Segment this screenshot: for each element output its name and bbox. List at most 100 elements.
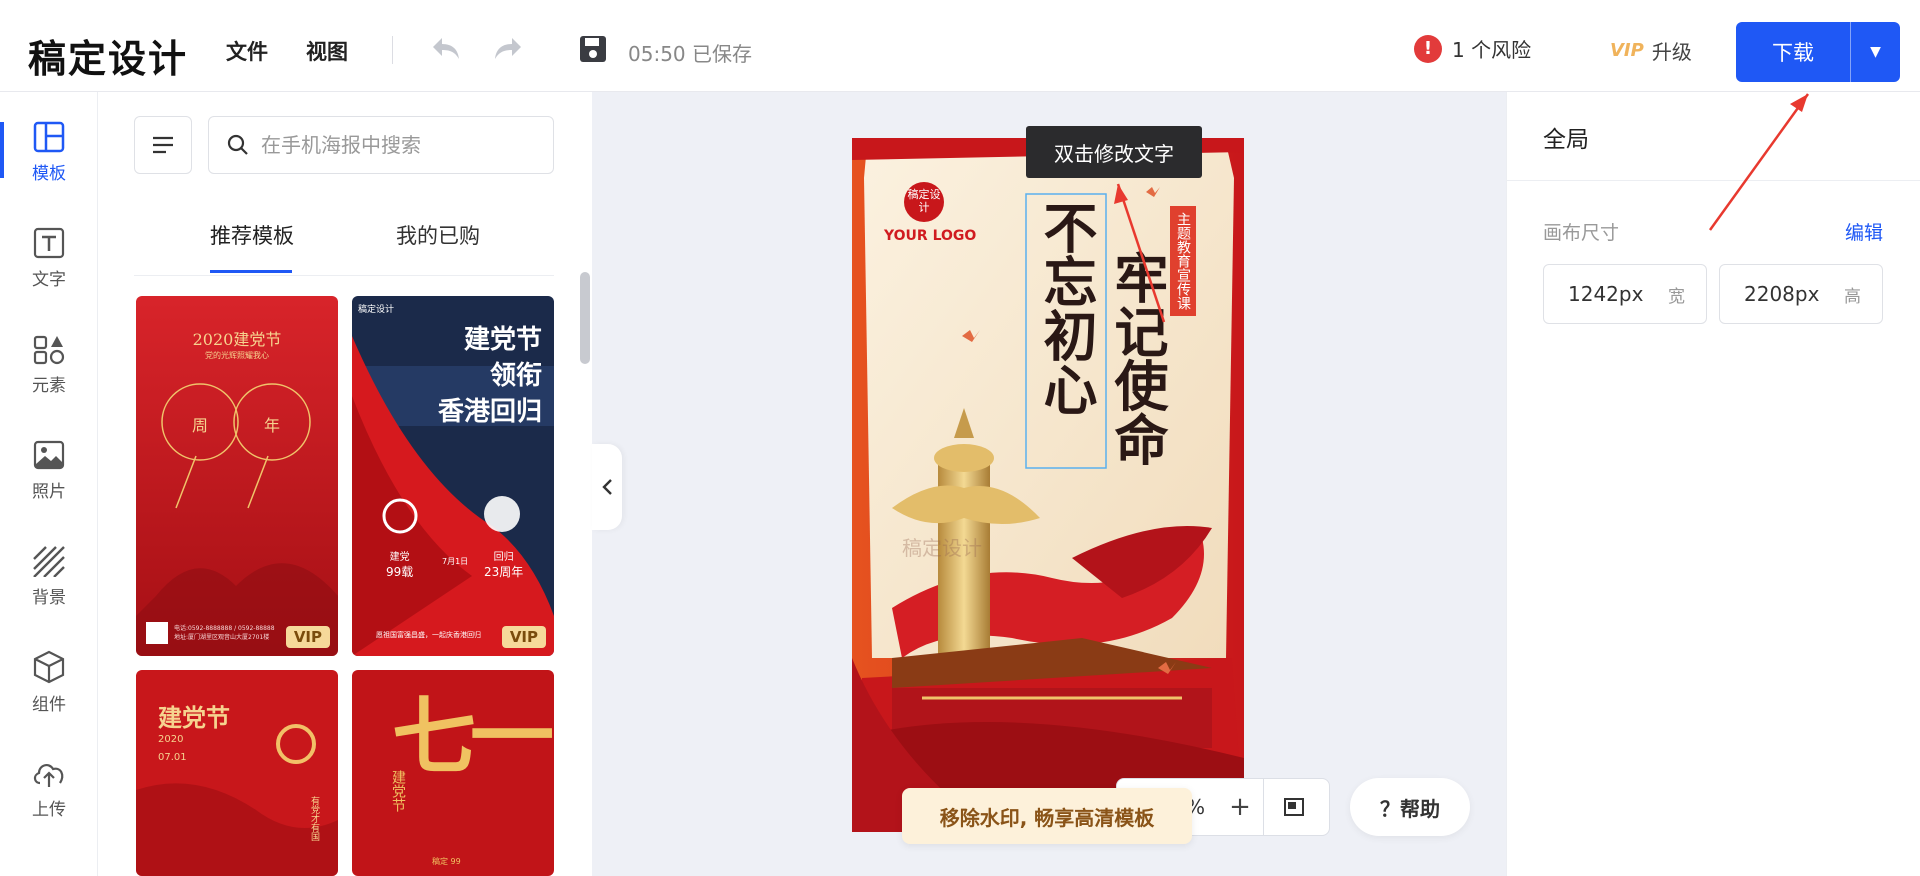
card-headline-line: 建党节 [463,325,542,355]
download-button-group: 下载 ▼ [1736,22,1900,82]
upgrade-label: 升级 [1651,40,1692,64]
poster-logo-text[interactable]: YOUR LOGO [884,228,976,244]
poster-logo-badge[interactable]: 稿定设计 [904,188,944,214]
canvas-size-label: 画布尺寸 [1543,222,1620,244]
search-icon [227,134,248,155]
template-card[interactable]: 2020建党节 党的光辉照耀我心 周 年 电话:0592-8888888 / 0… [136,296,338,656]
menu-view[interactable]: 视图 [306,36,348,66]
card-headline: 建党节 领衔 香港回归 [438,322,542,430]
height-unit: 高 [1844,286,1861,307]
save-icon[interactable] [578,34,608,64]
card-date: 2020 [158,734,184,745]
width-unit: 宽 [1668,286,1685,307]
card-date: 07.01 [158,752,187,763]
template-panel: 推荐模板 我的已购 2020建党节 党的光辉照耀我心 周 年 电话:0592-8… [98,92,592,876]
caption-text: 建党 [389,552,410,563]
rail-label: 照片 [32,481,66,502]
card-headline-line: 香港回归 [437,397,542,427]
menu-file[interactable]: 文件 [226,36,268,66]
properties-panel: 全局 画布尺寸 编辑 1242px 宽 2208px 高 [1506,92,1920,876]
rail-label: 组件 [32,694,66,715]
risk-indicator[interactable]: ! 1 个风险 [1414,34,1531,63]
rail-item-elements[interactable]: 元素 [0,324,98,404]
template-icon [33,121,65,152]
template-card[interactable]: 七一 建党节 稿定 99 [352,670,554,876]
card-headline-line: 领衔 [489,361,542,391]
caption-text: 23周年 [484,565,524,579]
width-value: 1242px [1568,282,1644,306]
poster-title-left[interactable]: 不忘初心 [1026,200,1106,416]
component-icon [33,650,65,683]
card-char-left: 周 [192,416,209,435]
remove-watermark-banner[interactable]: 移除水印, 畅享高清模板 [902,788,1192,844]
text-icon [33,227,65,258]
card-side-text: 有党才有国 [309,796,319,841]
height-value: 2208px [1744,282,1820,306]
card-char-right: 年 [264,416,281,435]
rail-item-template[interactable]: 模板 [0,112,98,192]
width-field[interactable]: 1242px 宽 [1543,264,1707,324]
warning-icon: ! [1414,34,1442,63]
rail-label: 上传 [32,799,66,820]
elements-icon [33,335,65,364]
rail-item-component[interactable]: 组件 [0,642,98,722]
chevron-left-icon [602,479,612,495]
rail-item-upload[interactable]: 上传 [0,748,98,828]
fit-screen-icon [1284,798,1304,816]
card-brand: 稿定设计 [358,305,395,315]
caption-text: 回归 [493,552,514,563]
panel-scrollbar[interactable] [580,272,590,364]
fit-screen-button[interactable] [1264,798,1324,816]
undo-icon[interactable] [430,34,462,64]
template-card[interactable]: 建党节 2020 07.01 有党才有国 [136,670,338,876]
rail-item-text[interactable]: 文字 [0,218,98,298]
photo-icon [33,440,65,469]
tab-divider [134,275,554,276]
search-input[interactable] [261,133,531,157]
menu-icon [153,136,173,154]
rail-label: 模板 [32,163,66,184]
download-dropdown-icon[interactable]: ▼ [1851,22,1900,82]
download-button[interactable]: 下载 [1736,22,1850,82]
zoom-in-button[interactable]: + [1217,792,1263,822]
vip-icon: VIP [1610,40,1644,61]
left-rail: 模板 文字 元素 照片 背景 组件 上传 [0,92,98,876]
edit-size-link[interactable]: 编辑 [1845,218,1883,245]
background-icon [33,545,65,577]
panel-title: 全局 [1543,127,1589,153]
card-footer: 电话:0592-8888888 / 0592-88888 地址:厦门湖里区观音山… [174,625,275,641]
card-footer: 愿祖国富强昌盛，一起庆香港回归 [376,631,481,639]
card-big-text: 七一 [392,688,554,786]
help-button[interactable]: ？帮助 [1350,778,1470,836]
height-field[interactable]: 2208px 高 [1719,264,1883,324]
rail-item-background[interactable]: 背景 [0,536,98,616]
upgrade-button[interactable]: VIP 升级 [1610,36,1692,65]
card-caption-left: 建党 99载 [386,548,413,580]
rail-item-photo[interactable]: 照片 [0,430,98,510]
poster-tag-text[interactable]: 主题教育宣传课 [1170,212,1196,310]
panel-divider [1507,180,1920,181]
card-subtitle: 党的光辉照耀我心 [205,351,269,360]
rail-label: 元素 [32,375,66,396]
filter-button[interactable] [134,116,192,174]
risk-text: 1 个风险 [1452,38,1532,62]
caption-text: 99载 [386,565,414,579]
rail-label: 文字 [32,269,66,290]
edit-text-tooltip: 双击修改文字 [1026,126,1202,178]
rail-label: 背景 [32,587,66,608]
poster-canvas[interactable]: 稿定设计 YOUR LOGO 不忘初心 牢记使命 主题教育宣传课 稿定设计 [852,138,1244,832]
upload-icon [33,763,64,787]
card-caption-mid: 7月1日 [442,557,469,566]
redo-icon[interactable] [492,34,524,64]
poster-title-right[interactable]: 牢记使命 [1102,250,1172,466]
toolbar-divider [392,36,393,64]
template-card[interactable]: 稿定设计 建党节 领衔 香港回归 建党 99载 7月1日 回归 23周年 愿祖国… [352,296,554,656]
app-logo[interactable]: 稿定设计 [28,28,188,83]
card-caption-right: 回归 23周年 [484,548,523,580]
top-bar: 稿定设计 文件 视图 05:50 已保存 ! 1 个风险 VIP 升级 下载 ▼ [0,0,1920,92]
card-side-text: 建党节 [390,770,406,812]
tab-purchased[interactable]: 我的已购 [396,220,480,250]
tab-recommended[interactable]: 推荐模板 [210,220,294,250]
search-box [208,116,554,174]
collapse-panel-button[interactable] [592,444,622,530]
